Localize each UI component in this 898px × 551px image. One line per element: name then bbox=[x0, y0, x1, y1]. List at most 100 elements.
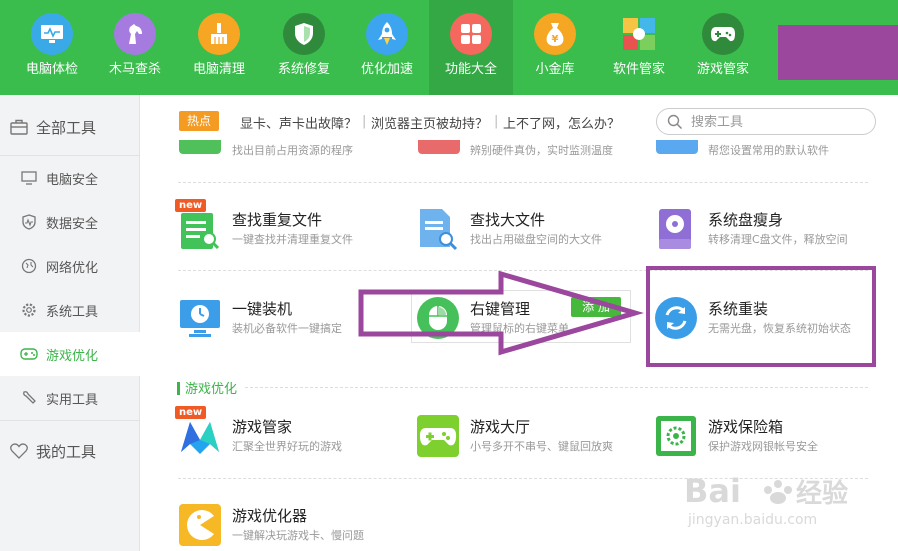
sidebar-item-label: 游戏优化 bbox=[46, 348, 99, 364]
monitor-clock-icon bbox=[178, 296, 222, 340]
tool-desc: 找出占用磁盘空间的大文件 bbox=[470, 233, 602, 246]
gear-icon bbox=[20, 301, 38, 319]
redaction-block bbox=[778, 25, 898, 80]
tool-name: 游戏保险箱 bbox=[708, 418, 784, 436]
hot-link[interactable]: 显卡、声卡出故障？ bbox=[240, 113, 357, 132]
toolbar-label: 木马查杀 bbox=[108, 62, 161, 77]
toolbar-label: 游戏管家 bbox=[696, 62, 749, 77]
horse-icon bbox=[114, 13, 156, 55]
tool-icon-partial bbox=[418, 140, 460, 154]
sidebar-item-label: 数据安全 bbox=[46, 216, 99, 232]
search-box[interactable] bbox=[656, 108, 876, 135]
toolbar-item-pc-checkup[interactable]: 电脑体检 bbox=[10, 0, 94, 95]
tool-game-manager[interactable]: new 游戏管家 汇聚全世界好玩的游戏 bbox=[175, 406, 408, 474]
duplicate-file-icon bbox=[178, 207, 222, 251]
sidebar-item-label: 电脑安全 bbox=[46, 172, 99, 188]
tool-find-duplicate[interactable]: new 查找重复文件 一键查找并清理重复文件 bbox=[175, 199, 408, 267]
tool-game-safe[interactable]: 游戏保险箱 保护游戏网银帐号安全 bbox=[654, 414, 884, 474]
toolbar-item-treasury[interactable]: ¥ 小金库 bbox=[513, 0, 597, 95]
toolbar-label: 功能大全 bbox=[444, 62, 497, 77]
tool-name: 游戏大厅 bbox=[470, 418, 531, 436]
search-icon bbox=[667, 114, 683, 134]
tool-system-disk-slim[interactable]: 系统盘瘦身 转移清理C盘文件，释放空间 bbox=[654, 207, 884, 267]
sidebar-all-tools[interactable]: 全部工具 bbox=[0, 97, 140, 157]
sidebar-item-label: 实用工具 bbox=[46, 392, 99, 408]
watermark-logo: Bai 经验 jingyan.baidu.com bbox=[684, 470, 884, 530]
separator: | bbox=[494, 114, 499, 129]
toolbar-item-game-mgr[interactable]: 游戏管家 bbox=[681, 0, 765, 95]
sidebar-item-network[interactable]: 网络优化 bbox=[0, 244, 140, 288]
section-title-game: 游戏优化 bbox=[177, 378, 237, 397]
safe-icon bbox=[654, 414, 698, 458]
large-file-icon bbox=[416, 207, 460, 251]
shield-icon bbox=[283, 13, 325, 55]
toolbar-label: 电脑体检 bbox=[25, 62, 78, 77]
toolbar-item-software-mgr[interactable]: 软件管家 bbox=[597, 0, 681, 95]
sidebar-item-label: 网络优化 bbox=[46, 260, 99, 276]
tool-name: 一键装机 bbox=[232, 300, 293, 318]
toolbar-item-speedup[interactable]: 优化加速 bbox=[345, 0, 429, 95]
section-bar bbox=[177, 382, 180, 395]
gamepad-icon bbox=[20, 345, 38, 363]
toolbar-label: 电脑清理 bbox=[192, 62, 245, 77]
rocket-icon bbox=[366, 13, 408, 55]
disk-icon bbox=[654, 207, 698, 251]
toolbar-item-trojan-scan[interactable]: 木马查杀 bbox=[93, 0, 177, 95]
section-title-label: 游戏优化 bbox=[185, 382, 238, 397]
broom-icon bbox=[198, 13, 240, 55]
svg-text:¥: ¥ bbox=[552, 34, 559, 45]
tool-desc: 汇聚全世界好玩的游戏 bbox=[232, 440, 342, 453]
hot-badge: 热点 bbox=[179, 111, 219, 131]
tool-name: 游戏优化器 bbox=[232, 507, 308, 525]
annotation-highlight-box bbox=[646, 266, 876, 367]
tool-name: 查找大文件 bbox=[470, 211, 546, 229]
toolbar-item-sys-repair[interactable]: 系统修复 bbox=[262, 0, 346, 95]
sidebar-item-utilities[interactable]: 实用工具 bbox=[0, 376, 140, 420]
tool-find-large-files[interactable]: 查找大文件 找出占用磁盘空间的大文件 bbox=[416, 207, 646, 267]
separator: | bbox=[362, 114, 367, 129]
watermark-brand: Bai bbox=[684, 472, 741, 510]
toolbar-label: 小金库 bbox=[535, 62, 575, 77]
tool-desc-partial: 找出目前占用资源的程序 bbox=[232, 144, 353, 156]
sidebar: 全部工具 电脑安全 数据安全 网络优化 系统工具 游戏优化 实用工具 我的工具 bbox=[0, 95, 140, 551]
gamepad-icon bbox=[416, 414, 460, 458]
gamepad-icon bbox=[702, 13, 744, 55]
sidebar-item-pc-security[interactable]: 电脑安全 bbox=[0, 156, 140, 200]
puzzle-icon bbox=[618, 13, 660, 55]
watermark-brand2: 经验 bbox=[796, 478, 848, 509]
divider bbox=[178, 182, 868, 183]
tool-game-optimizer[interactable]: 游戏优化器 一键解决玩游戏卡、慢问题 bbox=[178, 503, 408, 551]
toolbar-item-all-features[interactable]: 功能大全 bbox=[429, 0, 513, 95]
sidebar-item-game-optimize[interactable]: 游戏优化 bbox=[0, 332, 140, 376]
search-input[interactable] bbox=[691, 113, 861, 131]
hot-link[interactable]: 浏览器主页被劫持？ bbox=[371, 113, 488, 132]
toolbar-item-pc-clean[interactable]: 电脑清理 bbox=[177, 0, 261, 95]
sidebar-item-system-tools[interactable]: 系统工具 bbox=[0, 288, 140, 332]
divider bbox=[245, 387, 868, 388]
tool-icon-partial bbox=[179, 140, 221, 154]
tool-desc: 一键解决玩游戏卡、慢问题 bbox=[232, 529, 364, 542]
heart-icon bbox=[10, 442, 28, 460]
tool-icon-partial bbox=[656, 140, 698, 154]
game-manager-icon bbox=[178, 414, 222, 458]
sidebar-my-tools[interactable]: 我的工具 bbox=[0, 421, 140, 481]
sidebar-head-label: 全部工具 bbox=[36, 118, 97, 137]
toolbox-icon bbox=[10, 118, 28, 136]
tool-desc: 转移清理C盘文件，释放空间 bbox=[708, 233, 848, 246]
tool-game-hall[interactable]: 游戏大厅 小号多开不串号、键鼠回放爽 bbox=[416, 414, 646, 474]
sidebar-item-data-security[interactable]: 数据安全 bbox=[0, 200, 140, 244]
tool-desc: 小号多开不串号、键鼠回放爽 bbox=[470, 440, 613, 453]
toolbar-label: 系统修复 bbox=[277, 62, 330, 77]
hot-link[interactable]: 上不了网，怎么办？ bbox=[503, 113, 620, 132]
grid-icon bbox=[450, 13, 492, 55]
watermark-url: jingyan.baidu.com bbox=[687, 512, 817, 528]
tool-desc: 一键查找并清理重复文件 bbox=[232, 233, 353, 246]
tool-desc: 装机必备软件一键搞定 bbox=[232, 322, 342, 335]
app-window: 电脑体检 木马查杀 电脑清理 系统修复 优化加速 功能大全 ¥ 小金库 软件管家… bbox=[0, 0, 898, 551]
new-badge: new bbox=[175, 406, 207, 419]
globe-icon bbox=[20, 257, 38, 275]
tool-name: 查找重复文件 bbox=[232, 211, 323, 229]
annotation-arrow bbox=[358, 270, 644, 356]
new-badge: new bbox=[175, 199, 207, 212]
tool-name: 系统盘瘦身 bbox=[708, 211, 784, 229]
